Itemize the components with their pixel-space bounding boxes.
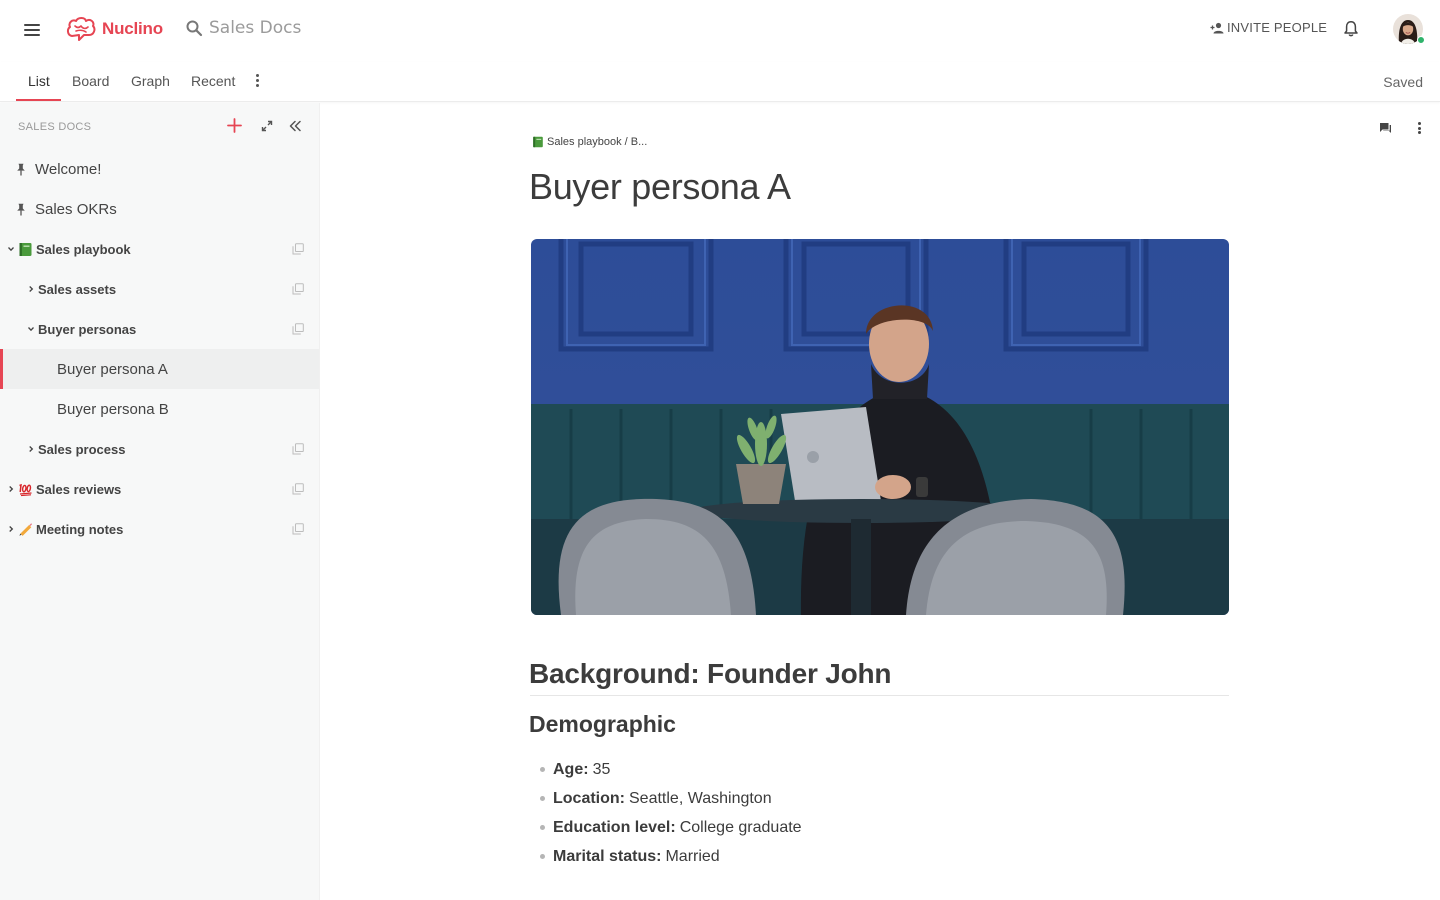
fact-value: College graduate [679, 818, 802, 836]
brand-name: Nuclino [102, 19, 163, 38]
copy-icon[interactable] [292, 243, 304, 255]
sidebar-item-label: Buyer personas [38, 321, 137, 337]
fact-key: Age: [553, 760, 589, 778]
workspace-search[interactable]: Sales Docs [185, 18, 301, 38]
more-tabs-icon[interactable] [254, 74, 260, 88]
save-status: Saved [1383, 74, 1423, 90]
invite-people-label: INVITE PEOPLE [1227, 20, 1328, 35]
logo[interactable]: Nuclino [66, 16, 163, 42]
fact-key: Location: [553, 789, 625, 807]
view-tabs-bar: List Board Graph Recent Saved [0, 62, 1440, 102]
list-item[interactable]: Location: Seattle, Washington [538, 784, 802, 813]
hundred-points-icon [19, 483, 32, 496]
user-avatar[interactable] [1393, 14, 1425, 44]
sidebar-item-sales-reviews[interactable]: Sales reviews [0, 469, 319, 509]
copy-icon[interactable] [292, 283, 304, 295]
page-title[interactable]: Buyer persona A [529, 166, 791, 208]
tab-recent[interactable]: Recent [191, 73, 235, 89]
tab-graph[interactable]: Graph [131, 73, 170, 89]
fact-value: Seattle, Washington [629, 789, 772, 807]
copy-icon[interactable] [292, 483, 304, 495]
bell-icon[interactable] [1343, 20, 1359, 38]
demographic-list: Age: 35 Location: Seattle, Washington Ed… [538, 755, 802, 871]
list-item[interactable]: Marital status: Married [538, 842, 802, 871]
chevron-right-icon[interactable] [27, 445, 35, 453]
top-header: Nuclino Sales Docs INVITE PEOPLE [0, 0, 1440, 60]
sidebar-item-sales-playbook[interactable]: Sales playbook [0, 229, 319, 269]
breadcrumb-path: Sales playbook / B... [547, 136, 648, 148]
tab-list[interactable]: List [28, 73, 50, 89]
sidebar-item-label: Buyer persona A [57, 360, 168, 378]
green-book-icon [19, 242, 32, 256]
fact-key: Education level: [553, 818, 676, 836]
search-icon [186, 20, 203, 37]
sidebar-item-sales-assets[interactable]: Sales assets [0, 269, 319, 309]
pin-icon [17, 163, 25, 175]
chevron-down-icon[interactable] [27, 325, 35, 333]
sidebar-item-buyer-personas[interactable]: Buyer personas [0, 309, 319, 349]
fact-key: Marital status: [553, 847, 662, 865]
copy-icon[interactable] [292, 443, 304, 455]
fact-value: 35 [592, 760, 611, 778]
brain-logo-icon [66, 17, 96, 41]
sidebar-item-label: Sales assets [38, 281, 117, 297]
sidebar-item-label: Sales OKRs [35, 200, 117, 218]
collapse-sidebar-icon[interactable] [288, 119, 302, 133]
menu-icon[interactable] [24, 24, 40, 36]
copy-icon[interactable] [292, 323, 304, 335]
sidebar-item-label: Sales reviews [36, 481, 122, 497]
heading-divider [530, 695, 1229, 696]
expand-all-icon[interactable] [261, 120, 273, 132]
sidebar-item-label: Sales playbook [36, 241, 131, 257]
fact-value: Married [665, 847, 720, 865]
chevron-right-icon[interactable] [7, 485, 15, 493]
section-heading-demographic[interactable]: Demographic [529, 711, 676, 738]
pencil-icon [19, 522, 33, 536]
comments-icon[interactable] [1379, 122, 1392, 134]
search-label: Sales Docs [209, 18, 302, 38]
copy-icon[interactable] [292, 523, 304, 535]
add-person-icon [1210, 22, 1224, 33]
sidebar-item-label: Buyer persona B [57, 400, 169, 418]
more-options-icon[interactable] [1418, 122, 1422, 134]
sidebar-item-sales-process[interactable]: Sales process [0, 429, 319, 469]
green-book-icon [533, 136, 543, 148]
chevron-right-icon[interactable] [7, 525, 15, 533]
sidebar-item-buyer-persona-a[interactable]: Buyer persona A [0, 349, 319, 389]
section-heading-background[interactable]: Background: Founder John [529, 658, 892, 690]
sidebar-item-label: Welcome! [35, 160, 102, 178]
add-item-icon[interactable] [227, 118, 242, 133]
sidebar-item-welcome[interactable]: Welcome! [0, 149, 319, 189]
sidebar-item-meeting-notes[interactable]: Meeting notes [0, 509, 319, 549]
online-status-dot [1417, 36, 1425, 44]
breadcrumb[interactable]: Sales playbook / B... [532, 136, 647, 148]
sidebar-item-label: Meeting notes [36, 521, 124, 537]
active-tab-indicator [16, 99, 61, 101]
sidebar-item-buyer-persona-b[interactable]: Buyer persona B [0, 389, 319, 429]
chevron-down-icon[interactable] [7, 245, 15, 253]
chevron-right-icon[interactable] [27, 285, 35, 293]
sidebar-item-label: Sales process [38, 441, 126, 457]
list-item[interactable]: Age: 35 [538, 755, 802, 784]
hero-image [531, 239, 1229, 615]
sidebar: SALES DOCS Welcome! Sales OKRs Sales pla… [0, 103, 320, 900]
sidebar-title: SALES DOCS [18, 121, 92, 133]
tab-board[interactable]: Board [72, 73, 109, 89]
invite-people-button[interactable]: INVITE PEOPLE [1210, 20, 1327, 35]
pin-icon [17, 203, 25, 215]
list-item[interactable]: Education level: College graduate [538, 813, 802, 842]
sidebar-item-sales-okrs[interactable]: Sales OKRs [0, 189, 319, 229]
